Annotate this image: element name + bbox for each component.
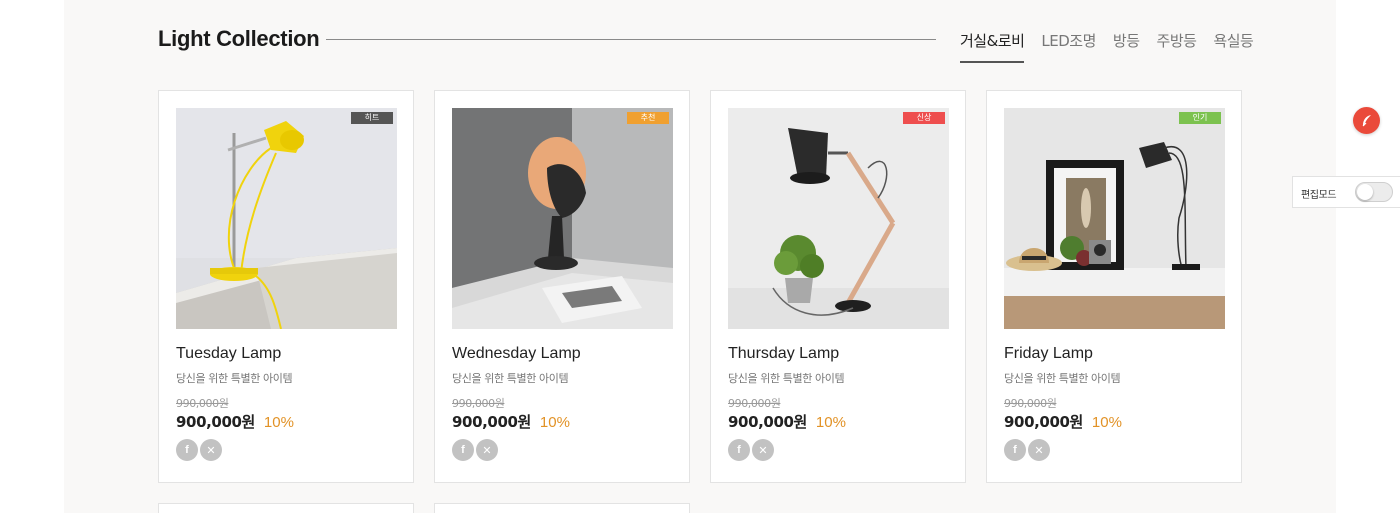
- product-desc: 당신을 위한 특별한 아이템: [1004, 372, 1121, 385]
- product-name[interactable]: Friday Lamp: [1004, 345, 1093, 363]
- toggle-knob: [1357, 184, 1373, 200]
- facebook-icon[interactable]: f: [176, 439, 198, 461]
- price-row: 900,000원 10%: [176, 411, 294, 432]
- product-desc: 당신을 위한 특별한 아이템: [176, 372, 293, 385]
- badge-popular: 인기: [1179, 112, 1221, 124]
- tab-led[interactable]: LED조명: [1041, 30, 1096, 63]
- sale-price: 900,000원: [728, 413, 807, 431]
- product-image-wire-lamp[interactable]: 인기: [1004, 108, 1225, 329]
- tab-kitchen-light[interactable]: 주방등: [1157, 30, 1197, 63]
- facebook-icon[interactable]: f: [452, 439, 474, 461]
- price-row: 900,000원 10%: [452, 411, 570, 432]
- original-price: 990,000원: [452, 397, 505, 410]
- edit-mode-label: 편집모드: [1301, 190, 1337, 201]
- product-desc: 당신을 위한 특별한 아이템: [452, 372, 569, 385]
- share-icons: f ✕: [728, 439, 774, 461]
- share-icons: f ✕: [1004, 439, 1050, 461]
- badge-recommended: 추천: [627, 112, 669, 124]
- badge-new: 신상: [903, 112, 945, 124]
- product-image-yellow-lamp[interactable]: 히트: [176, 108, 397, 329]
- product-card[interactable]: 신상 Thursday Lamp 당신을 위한 특별한 아이템 990,000원…: [710, 90, 966, 483]
- product-card-partial[interactable]: [434, 503, 690, 513]
- original-price: 990,000원: [1004, 397, 1057, 410]
- tab-bathroom-light[interactable]: 욕실등: [1213, 30, 1253, 63]
- original-price: 990,000원: [728, 397, 781, 410]
- feather-icon: [1362, 114, 1371, 126]
- discount-rate: 10%: [1091, 414, 1122, 431]
- x-icon[interactable]: ✕: [1028, 439, 1050, 461]
- product-card-partial[interactable]: [158, 503, 414, 513]
- facebook-icon[interactable]: f: [1004, 439, 1026, 461]
- x-icon[interactable]: ✕: [476, 439, 498, 461]
- facebook-icon[interactable]: f: [728, 439, 750, 461]
- sale-price: 900,000원: [1004, 413, 1083, 431]
- floating-action-button[interactable]: [1353, 107, 1380, 134]
- discount-rate: 10%: [263, 414, 294, 431]
- x-icon[interactable]: ✕: [200, 439, 222, 461]
- share-icons: f ✕: [452, 439, 498, 461]
- edit-mode-panel: 편집모드: [1292, 176, 1400, 208]
- product-name[interactable]: Thursday Lamp: [728, 345, 839, 363]
- section-title: Light Collection: [158, 26, 320, 51]
- discount-rate: 10%: [815, 414, 846, 431]
- product-grid: 히트 Tuesday Lamp 당신을 위한 특별한 아이템 990,000원 …: [158, 90, 1242, 483]
- tab-room-light[interactable]: 방등: [1113, 30, 1140, 63]
- product-desc: 당신을 위한 특별한 아이템: [728, 372, 845, 385]
- sale-price: 900,000원: [452, 413, 531, 431]
- tab-living-lobby[interactable]: 거실&로비: [960, 30, 1025, 63]
- product-image-copper-lamp[interactable]: 신상: [728, 108, 949, 329]
- product-name[interactable]: Wednesday Lamp: [452, 345, 581, 363]
- category-tabs: 거실&로비 LED조명 방등 주방등 욕실등: [960, 30, 1254, 63]
- product-card[interactable]: 인기 Friday Lamp 당신을 위한 특별한 아이템 990,000원 9…: [986, 90, 1242, 483]
- product-card[interactable]: 추천 Wednesday Lamp 당신을 위한 특별한 아이템 990,000…: [434, 90, 690, 483]
- price-row: 900,000원 10%: [1004, 411, 1122, 432]
- share-icons: f ✕: [176, 439, 222, 461]
- product-name[interactable]: Tuesday Lamp: [176, 345, 281, 363]
- badge-hit: 히트: [351, 112, 393, 124]
- sale-price: 900,000원: [176, 413, 255, 431]
- x-icon[interactable]: ✕: [752, 439, 774, 461]
- title-divider: [326, 39, 936, 40]
- product-card[interactable]: 히트 Tuesday Lamp 당신을 위한 특별한 아이템 990,000원 …: [158, 90, 414, 483]
- edit-mode-toggle[interactable]: [1355, 182, 1393, 202]
- discount-rate: 10%: [539, 414, 570, 431]
- price-row: 900,000원 10%: [728, 411, 846, 432]
- original-price: 990,000원: [176, 397, 229, 410]
- product-image-egg-lamp[interactable]: 추천: [452, 108, 673, 329]
